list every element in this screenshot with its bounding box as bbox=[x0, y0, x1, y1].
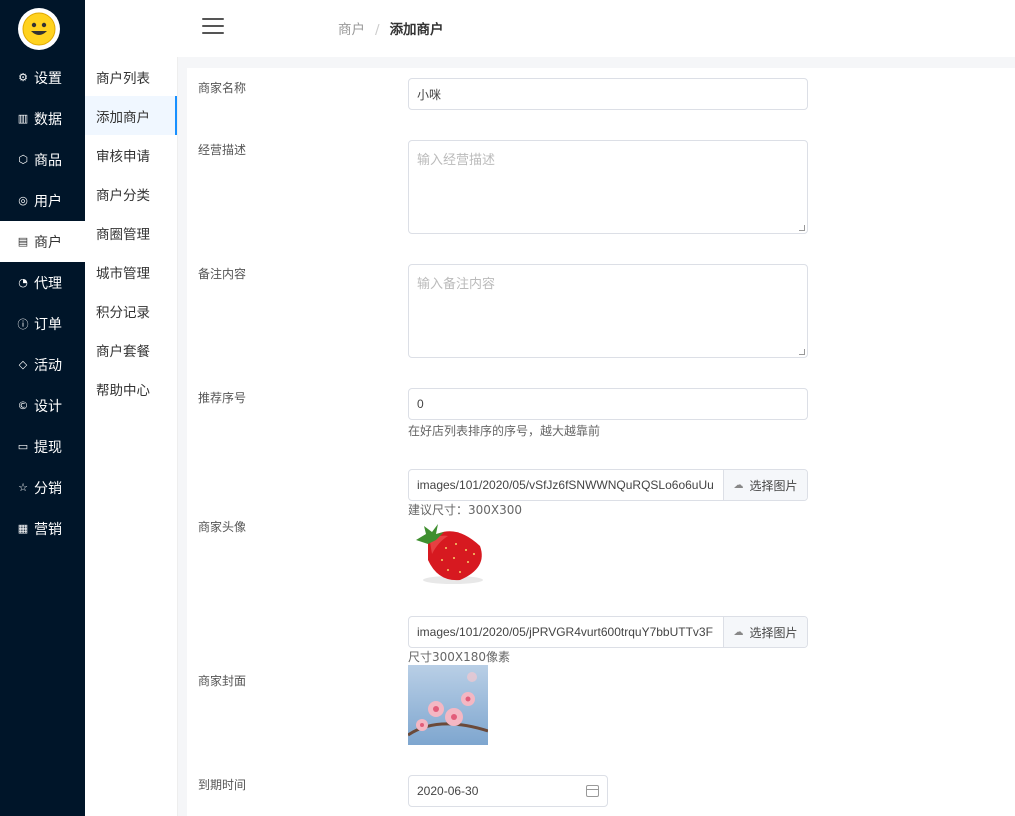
cover-label: 商家封面 bbox=[198, 674, 247, 688]
remark-textarea[interactable]: 输入备注内容 bbox=[408, 264, 808, 358]
avatar-select-button[interactable]: ☁ 选择图片 bbox=[723, 470, 807, 500]
resize-handle-icon[interactable] bbox=[799, 349, 805, 355]
nav-item-label: 商户 bbox=[34, 234, 62, 251]
grid-icon: ▦ bbox=[17, 522, 29, 535]
top-header: 商户 / 添加商户 bbox=[85, 0, 1015, 57]
nav-item-7[interactable]: ◇ 活动 bbox=[0, 344, 85, 385]
desc-placeholder: 输入经营描述 bbox=[417, 153, 496, 168]
nav-item-10[interactable]: ☆ 分销 bbox=[0, 467, 85, 508]
nav-item-label: 分销 bbox=[34, 480, 62, 497]
nav-item-label: 设置 bbox=[34, 70, 62, 87]
cover-image bbox=[408, 665, 488, 745]
sort-input[interactable]: 0 bbox=[408, 388, 808, 420]
desc-label: 经营描述 bbox=[198, 143, 247, 157]
nav-item-2[interactable]: ⬡ 商品 bbox=[0, 139, 85, 180]
nav-item-label: 提现 bbox=[34, 439, 62, 456]
submenu-item-5[interactable]: 城市管理 bbox=[85, 252, 177, 291]
submenu-item-0[interactable]: 商户列表 bbox=[85, 57, 177, 96]
name-label: 商家名称 bbox=[198, 81, 247, 95]
info-icon: ⓘ bbox=[17, 317, 29, 331]
nav-item-label: 代理 bbox=[34, 275, 62, 292]
avatar-path-input[interactable]: images/101/2020/05/vSfJz6fSNWWNQuRQSLo6o… bbox=[409, 470, 723, 500]
nav-item-9[interactable]: ▭ 提现 bbox=[0, 426, 85, 467]
expire-date-value: 2020-06-30 bbox=[417, 784, 479, 798]
breadcrumb-separator: / bbox=[375, 22, 380, 38]
sort-label: 推荐序号 bbox=[198, 391, 247, 405]
submenu-item-1[interactable]: 添加商户 bbox=[85, 96, 177, 135]
nav-item-6[interactable]: ⓘ 订单 bbox=[0, 303, 85, 344]
list-icon: ▤ bbox=[17, 235, 29, 248]
nav-item-3[interactable]: ◎ 用户 bbox=[0, 180, 85, 221]
smiley-icon bbox=[22, 12, 56, 46]
nav-item-8[interactable]: © 设计 bbox=[0, 385, 85, 426]
nav-item-label: 数据 bbox=[34, 111, 62, 128]
submenu-item-2[interactable]: 审核申请 bbox=[85, 135, 177, 174]
cloud-icon: ☁ bbox=[733, 626, 744, 638]
nav-item-label: 设计 bbox=[34, 398, 62, 415]
nav-item-label: 活动 bbox=[34, 357, 62, 374]
cloud-icon: ☁ bbox=[733, 479, 744, 491]
nav-item-label: 订单 bbox=[34, 316, 62, 333]
submenu-item-7[interactable]: 商户套餐 bbox=[85, 330, 177, 369]
remark-placeholder: 输入备注内容 bbox=[417, 277, 496, 292]
user-icon: ◎ bbox=[18, 194, 28, 207]
sub-menu: 商户列表 添加商户 审核申请 商户分类 商圈管理 城市管理 积分记录 商户套餐 帮助中心 bbox=[85, 57, 178, 816]
resize-handle-icon[interactable] bbox=[799, 225, 805, 231]
avatar-select-label: 选择图片 bbox=[749, 478, 798, 493]
tag-icon: ◇ bbox=[18, 358, 28, 371]
desc-textarea[interactable]: 输入经营描述 bbox=[408, 140, 808, 234]
nav-item-4[interactable]: ▤ 商户 bbox=[0, 221, 85, 262]
avatar-image bbox=[408, 520, 488, 586]
star-icon: ☆ bbox=[18, 481, 28, 494]
pie-icon: ◔ bbox=[18, 276, 28, 289]
avatar-label: 商家头像 bbox=[198, 520, 247, 534]
remark-label: 备注内容 bbox=[198, 267, 247, 281]
nav-item-label: 商品 bbox=[34, 152, 62, 169]
menu-toggle-icon[interactable] bbox=[202, 18, 224, 36]
box-icon: ⬡ bbox=[18, 153, 28, 166]
cover-path-input[interactable]: images/101/2020/05/jPRVGR4vurt600trquY7b… bbox=[409, 617, 723, 647]
cover-select-button[interactable]: ☁ 选择图片 bbox=[723, 617, 807, 647]
logo-avatar[interactable] bbox=[18, 8, 60, 50]
nav-item-0[interactable]: ⚙ 设置 bbox=[0, 57, 85, 98]
card-icon: ▭ bbox=[17, 440, 29, 453]
avatar-hint: 建议尺寸：300X300 bbox=[408, 503, 523, 517]
submenu-item-3[interactable]: 商户分类 bbox=[85, 174, 177, 213]
chart-icon: ▥ bbox=[17, 112, 29, 125]
cover-hint: 尺寸300X180像素 bbox=[408, 650, 511, 664]
breadcrumb-current: 添加商户 bbox=[389, 22, 444, 38]
expire-date-input[interactable]: 2020-06-30 bbox=[408, 775, 608, 807]
gear-icon: ⚙ bbox=[18, 71, 28, 84]
breadcrumb-parent[interactable]: 商户 bbox=[338, 22, 365, 38]
calendar-icon[interactable] bbox=[586, 785, 599, 797]
nav-item-5[interactable]: ◔ 代理 bbox=[0, 262, 85, 303]
expire-label: 到期时间 bbox=[198, 778, 247, 792]
submenu-item-6[interactable]: 积分记录 bbox=[85, 291, 177, 330]
submenu-item-8[interactable]: 帮助中心 bbox=[85, 369, 177, 408]
nav-item-11[interactable]: ▦ 营销 bbox=[0, 508, 85, 549]
copyright-icon: © bbox=[17, 399, 29, 412]
main-nav: ⚙ 设置 ▥ 数据 ⬡ 商品 ◎ 用户 ▤ 商户 ◔ 代理 ⓘ 订单 ◇ 活动 © 设计 ▭ 提现 ☆ 分销 ▦ 营销 bbox=[0, 57, 85, 549]
breadcrumb: 商户 / 添加商户 bbox=[338, 18, 444, 38]
nav-item-1[interactable]: ▥ 数据 bbox=[0, 98, 85, 139]
sort-hint: 在好店列表排序的序号，越大越靠前 bbox=[408, 424, 601, 438]
main-sidebar: ⚙ 设置 ▥ 数据 ⬡ 商品 ◎ 用户 ▤ 商户 ◔ 代理 ⓘ 订单 ◇ 活动 © 设计 ▭ 提现 ☆ 分销 ▦ 营销 bbox=[0, 0, 85, 816]
nav-item-label: 用户 bbox=[34, 193, 62, 210]
submenu-item-4[interactable]: 商圈管理 bbox=[85, 213, 177, 252]
name-input[interactable]: 小咪 bbox=[408, 78, 808, 110]
cover-file-group: images/101/2020/05/jPRVGR4vurt600trquY7b… bbox=[408, 616, 808, 648]
nav-item-label: 营销 bbox=[34, 521, 62, 538]
merchant-form: 商家名称 小咪 经营描述 输入经营描述 备注内容 输入备注内容 推荐序号 0 在… bbox=[187, 68, 1015, 816]
avatar-file-group: images/101/2020/05/vSfJz6fSNWWNQuRQSLo6o… bbox=[408, 469, 808, 501]
cover-select-label: 选择图片 bbox=[749, 625, 798, 640]
